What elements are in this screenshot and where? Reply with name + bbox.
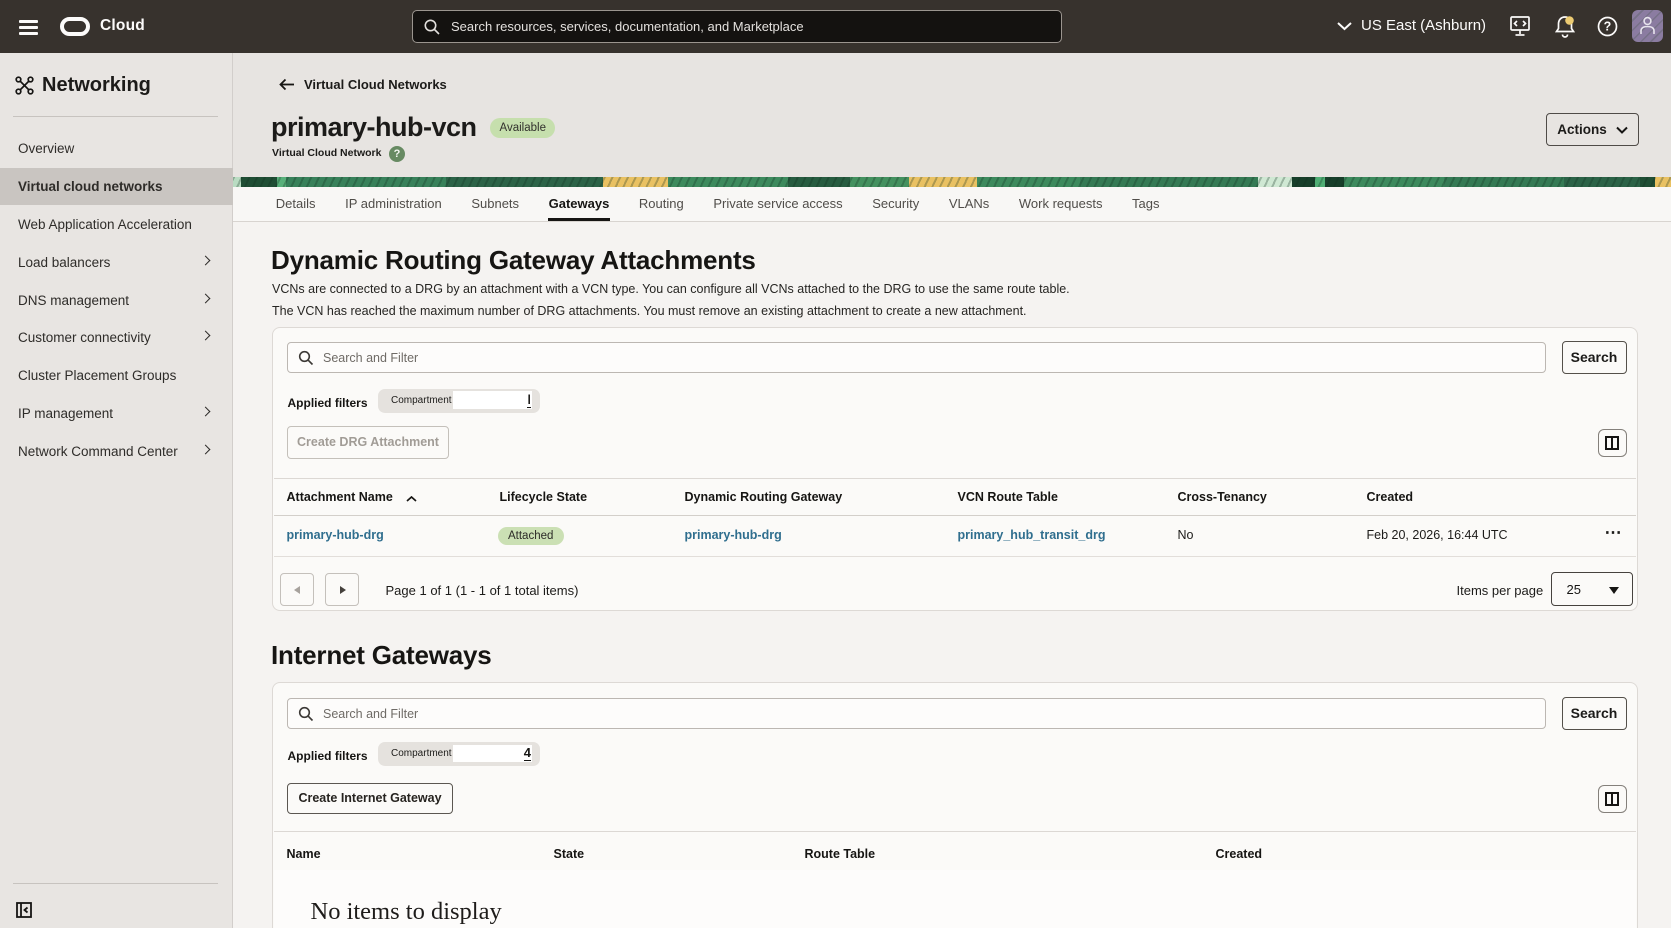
svg-text:?: ? [1604, 20, 1612, 34]
